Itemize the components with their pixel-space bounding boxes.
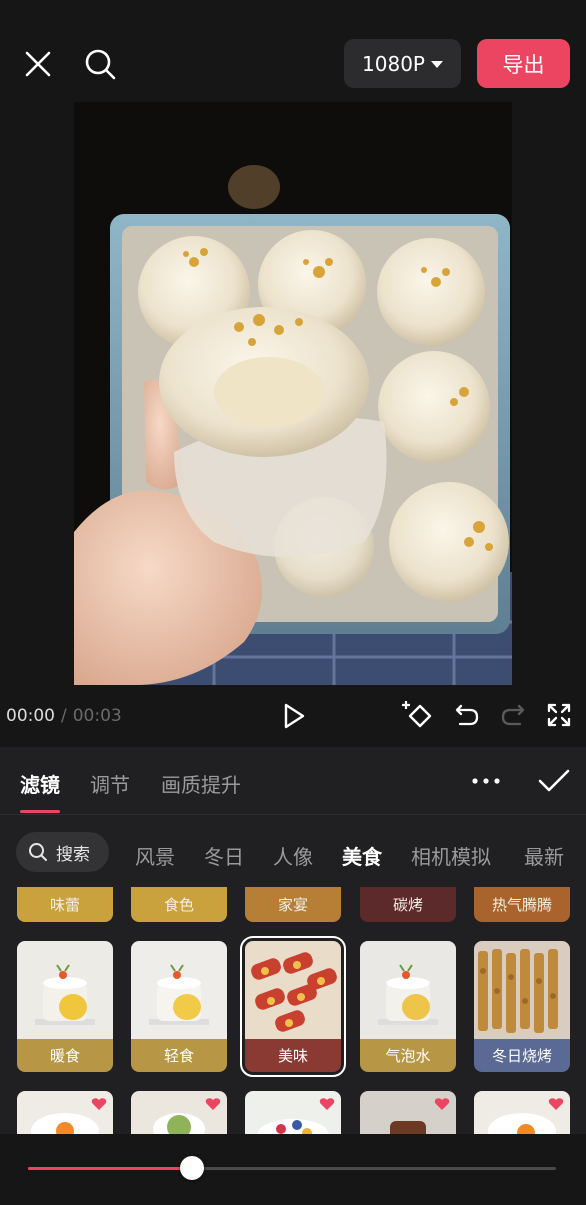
skewers-thumbnail: [474, 941, 570, 1039]
playback-bar: 00:00 /00:03: [0, 690, 586, 745]
favorite-heart-icon: [319, 1098, 335, 1110]
filter-tile-row3-4[interactable]: [360, 1091, 456, 1135]
search-icon: [29, 843, 47, 861]
favorite-heart-icon: [91, 1098, 107, 1110]
filter-tile-dongrishaokao[interactable]: 冬日烧烤: [474, 941, 570, 1072]
redo-icon[interactable]: [498, 700, 528, 730]
category-landscape[interactable]: 风景: [135, 841, 175, 870]
filter-tile-qingshi[interactable]: 轻食: [131, 941, 227, 1072]
filter-tile-nuanshi[interactable]: 暖食: [17, 941, 113, 1072]
resolution-label: 1080P: [362, 51, 425, 76]
favorite-heart-icon: [434, 1098, 450, 1110]
total-time: 00:03: [72, 706, 122, 726]
filter-search-label: 搜索: [56, 844, 90, 865]
filter-tile-row3-5[interactable]: [474, 1091, 570, 1135]
timecode: 00:00 /00:03: [6, 706, 122, 726]
filter-chip-jiayan[interactable]: 家宴: [245, 887, 341, 922]
filter-chip-weilei[interactable]: 味蕾: [17, 887, 113, 922]
filter-tile-label: 美味: [245, 1039, 341, 1072]
confirm-check-icon[interactable]: [536, 763, 572, 799]
slider-fill: [28, 1167, 192, 1170]
top-bar: 1080P 导出: [0, 0, 586, 102]
tab-quality-enhance[interactable]: 画质提升: [161, 769, 241, 798]
resolution-dropdown[interactable]: 1080P: [344, 39, 461, 88]
panel-tabs: 滤镜 调节 画质提升: [0, 747, 586, 815]
tab-adjust[interactable]: 调节: [90, 769, 130, 798]
filter-grid: 味蕾 食色 家宴 碳烤 热气腾腾 暖食 轻食 美味 气泡水 冬日烧烤: [0, 887, 586, 1135]
video-preview[interactable]: [74, 102, 512, 685]
export-button[interactable]: 导出: [477, 39, 570, 88]
filter-categories: 搜索 风景 冬日 人像 美食 相机模拟 最新: [0, 827, 586, 877]
caret-down-icon: [430, 61, 443, 68]
undo-icon[interactable]: [452, 700, 482, 730]
close-icon[interactable]: [18, 44, 58, 84]
tab-filter[interactable]: 滤镜: [20, 769, 60, 798]
filter-tile-row3-2[interactable]: [131, 1091, 227, 1135]
current-time: 00:00: [6, 706, 55, 726]
filter-tile-label: 暖食: [17, 1039, 113, 1072]
filter-tile-meiwei[interactable]: 美味: [240, 936, 346, 1077]
filter-intensity-slider: [0, 1134, 586, 1205]
category-winter[interactable]: 冬日: [204, 841, 244, 870]
filter-tile-label: 冬日烧烤: [474, 1039, 570, 1072]
keyframe-icon[interactable]: [402, 698, 438, 734]
play-icon[interactable]: [278, 700, 310, 732]
filter-chip-shise[interactable]: 食色: [131, 887, 227, 922]
filter-tile-label: 轻食: [131, 1039, 227, 1072]
more-icon[interactable]: [468, 765, 504, 797]
search-icon[interactable]: [80, 44, 120, 84]
cake-thumbnail: [131, 941, 227, 1039]
active-tab-indicator: [20, 810, 60, 813]
filter-chip-tankao[interactable]: 碳烤: [360, 887, 456, 922]
filter-tile-row3-1[interactable]: [17, 1091, 113, 1135]
filter-chip-reqitengteng[interactable]: 热气腾腾: [474, 887, 570, 922]
cake-thumbnail: [17, 941, 113, 1039]
filter-search-button[interactable]: 搜索: [16, 832, 109, 872]
favorite-heart-icon: [205, 1098, 221, 1110]
slider-handle[interactable]: [179, 1156, 204, 1180]
category-camera-sim[interactable]: 相机模拟: [411, 841, 491, 870]
time-separator: /: [61, 706, 67, 726]
filter-tile-qipaoshui[interactable]: 气泡水: [360, 941, 456, 1072]
category-newest[interactable]: 最新: [524, 841, 564, 870]
preview-image: [74, 102, 512, 685]
filter-tile-label: 气泡水: [360, 1039, 456, 1072]
bacon-roll-thumbnail: [245, 941, 341, 1039]
favorite-heart-icon: [548, 1098, 564, 1110]
slider-track[interactable]: [28, 1156, 556, 1180]
fullscreen-icon[interactable]: [544, 700, 574, 730]
category-portrait[interactable]: 人像: [273, 841, 313, 870]
category-food[interactable]: 美食: [342, 841, 382, 870]
filter-tile-row3-3[interactable]: [245, 1091, 341, 1135]
cake-thumbnail: [360, 941, 456, 1039]
